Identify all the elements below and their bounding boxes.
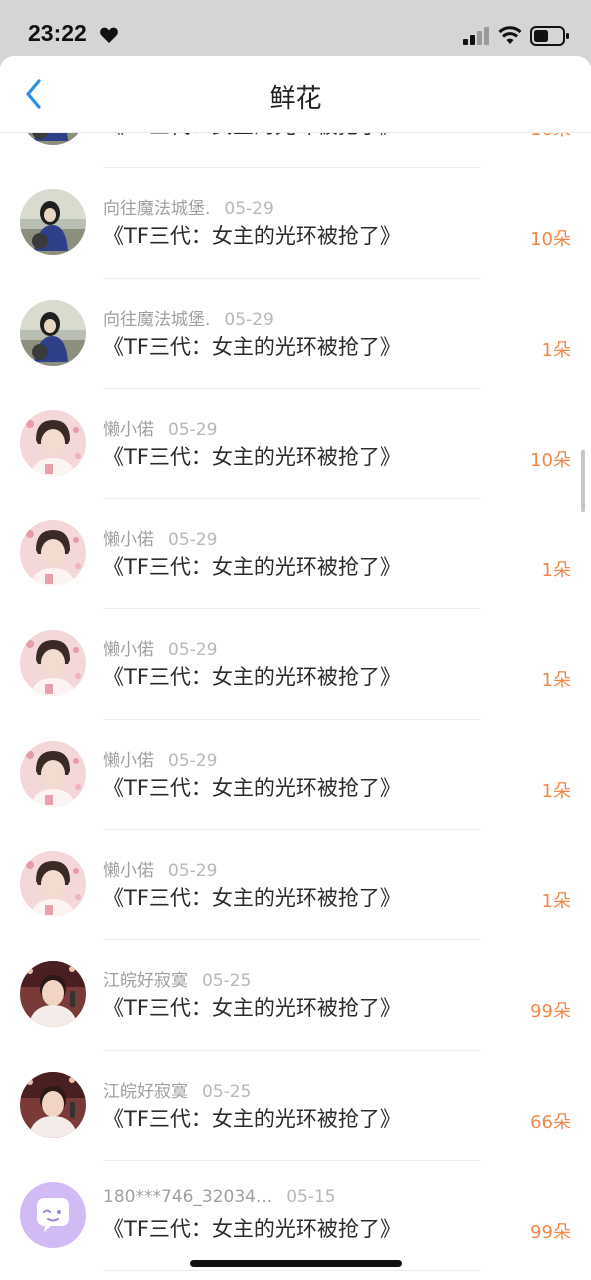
book-title: 《TF三代：女主的光环被抢了》 (103, 132, 401, 140)
sender-name[interactable]: 180***746_32034... (103, 1187, 272, 1207)
list-item[interactable]: 懒小偌 05-29 《TF三代：女主的光环被抢了》 10朵 (0, 389, 591, 500)
flower-count: 1朵 (541, 339, 571, 361)
flower-count: 1朵 (541, 891, 571, 913)
book-title: 《TF三代：女主的光环被抢了》 (103, 996, 401, 1021)
sender-line: 懒小偌 05-29 (103, 856, 217, 881)
flower-count: 1朵 (541, 670, 571, 692)
sender-line: 懒小偌 05-29 (103, 746, 217, 771)
flower-count: 99朵 (530, 1001, 571, 1023)
gift-date: 05-25 (202, 971, 252, 992)
sender-name[interactable]: 向往魔法城堡. (103, 310, 210, 330)
gift-date: 05-29 (224, 309, 274, 330)
nav-bar: 鲜花 (0, 56, 591, 132)
gift-date: 05-29 (168, 861, 218, 882)
gift-date: 05-29 (168, 750, 218, 771)
sender-name[interactable]: 懒小偌 (103, 420, 154, 440)
sender-name[interactable]: 向往魔法城堡. (103, 199, 210, 219)
sender-line: 懒小偌 05-29 (103, 635, 217, 660)
sender-line: 向往魔法城堡. 05-29 (103, 194, 274, 219)
list-item[interactable]: 180***746_32034... 05-15 《TF三代：女主的光环被抢了》 99… (0, 1161, 591, 1272)
sender-name[interactable]: 懒小偌 (103, 861, 154, 881)
book-title: 《TF三代：女主的光环被抢了》 (103, 444, 401, 469)
sender-line: 180***746_32034... 05-15 (103, 1187, 336, 1207)
sender-line: 向往魔法城堡. 05-29 (103, 305, 274, 330)
list-item[interactable]: 懒小偌 05-29 《TF三代：女主的光环被抢了》 1朵 (0, 609, 591, 721)
page-title: 鲜花 (269, 84, 322, 114)
avatar[interactable] (20, 961, 86, 1028)
gift-list[interactable]: 向往魔法城堡. 05-29 《TF三代：女主的光环被抢了》 10朵 向往魔法城堡. 05… (0, 132, 591, 1280)
wifi-icon (498, 26, 522, 44)
gift-date: 05-15 (286, 1186, 336, 1207)
gift-date: 05-29 (168, 419, 218, 440)
scroll-indicator[interactable] (581, 450, 585, 512)
flower-count: 66朵 (530, 1111, 571, 1133)
list-item[interactable]: 江皖好寂寞 05-25 《TF三代：女主的光环被抢了》 99朵 (0, 940, 591, 1051)
flower-count: 1朵 (541, 780, 571, 802)
list-item[interactable]: 江皖好寂寞 05-25 《TF三代：女主的光环被抢了》 66朵 (0, 1051, 591, 1162)
sender-name[interactable]: 懒小偌 (103, 640, 154, 660)
book-title: 《TF三代：女主的光环被抢了》 (103, 555, 401, 580)
battery-icon (530, 26, 569, 46)
avatar[interactable] (20, 520, 86, 587)
book-title: 《TF三代：女主的光环被抢了》 (103, 224, 401, 249)
book-title: 《TF三代：女主的光环被抢了》 (103, 1216, 401, 1241)
sender-name[interactable]: 江皖好寂寞 (103, 1082, 188, 1102)
book-title: 《TF三代：女主的光环被抢了》 (103, 886, 401, 911)
avatar[interactable] (20, 851, 86, 918)
avatar[interactable] (20, 409, 86, 476)
avatar[interactable] (20, 740, 86, 807)
flower-count: 1朵 (541, 560, 571, 582)
heart-icon (100, 27, 118, 43)
flower-count: 10朵 (530, 229, 571, 251)
list-item[interactable]: 向往魔法城堡.05-29《TF三代：女主的光环被抢了》10朵 (0, 132, 591, 169)
gift-date: 05-29 (224, 199, 274, 220)
avatar[interactable] (20, 299, 86, 366)
home-indicator[interactable] (190, 1260, 402, 1267)
sender-line: 懒小偌 05-29 (103, 525, 217, 550)
avatar[interactable] (20, 132, 86, 145)
gift-date: 05-29 (168, 640, 218, 661)
sender-name[interactable]: 江皖好寂寞 (103, 971, 188, 991)
book-title: 《TF三代：女主的光环被抢了》 (103, 665, 401, 690)
book-title: 《TF三代：女主的光环被抢了》 (103, 775, 401, 800)
list-item[interactable]: 懒小偌 05-29 《TF三代：女主的光环被抢了》 1朵 (0, 720, 591, 831)
list-item[interactable]: 懒小偌 05-29 《TF三代：女主的光环被抢了》 1朵 (0, 830, 591, 941)
gift-date: 05-25 (202, 1081, 252, 1102)
signal-icon (463, 27, 489, 45)
sender-name[interactable]: 懒小偌 (103, 530, 154, 550)
list-item[interactable]: 向往魔法城堡. 05-29 《TF三代：女主的光环被抢了》 1朵 (0, 279, 591, 390)
list-item[interactable]: 向往魔法城堡. 05-29 《TF三代：女主的光环被抢了》 10朵 (0, 168, 591, 279)
book-title: 《TF三代：女主的光环被抢了》 (103, 1106, 401, 1131)
book-title: 《TF三代：女主的光环被抢了》 (103, 334, 401, 359)
flower-count: 10朵 (530, 449, 571, 471)
avatar[interactable] (20, 1181, 86, 1248)
flower-count: 10朵 (530, 132, 571, 141)
avatar[interactable] (20, 1071, 86, 1138)
status-time: 23:22 (28, 20, 87, 46)
sender-line: 江皖好寂寞 05-25 (103, 966, 251, 991)
avatar[interactable] (20, 630, 86, 697)
gift-date: 05-29 (168, 530, 218, 551)
sender-line: 江皖好寂寞 05-25 (103, 1077, 251, 1102)
sender-name[interactable]: 懒小偌 (103, 751, 154, 771)
avatar[interactable] (20, 189, 86, 256)
sender-line: 懒小偌 05-29 (103, 415, 217, 440)
flower-count: 99朵 (530, 1221, 571, 1243)
list-item[interactable]: 懒小偌 05-29 《TF三代：女主的光环被抢了》 1朵 (0, 499, 591, 610)
